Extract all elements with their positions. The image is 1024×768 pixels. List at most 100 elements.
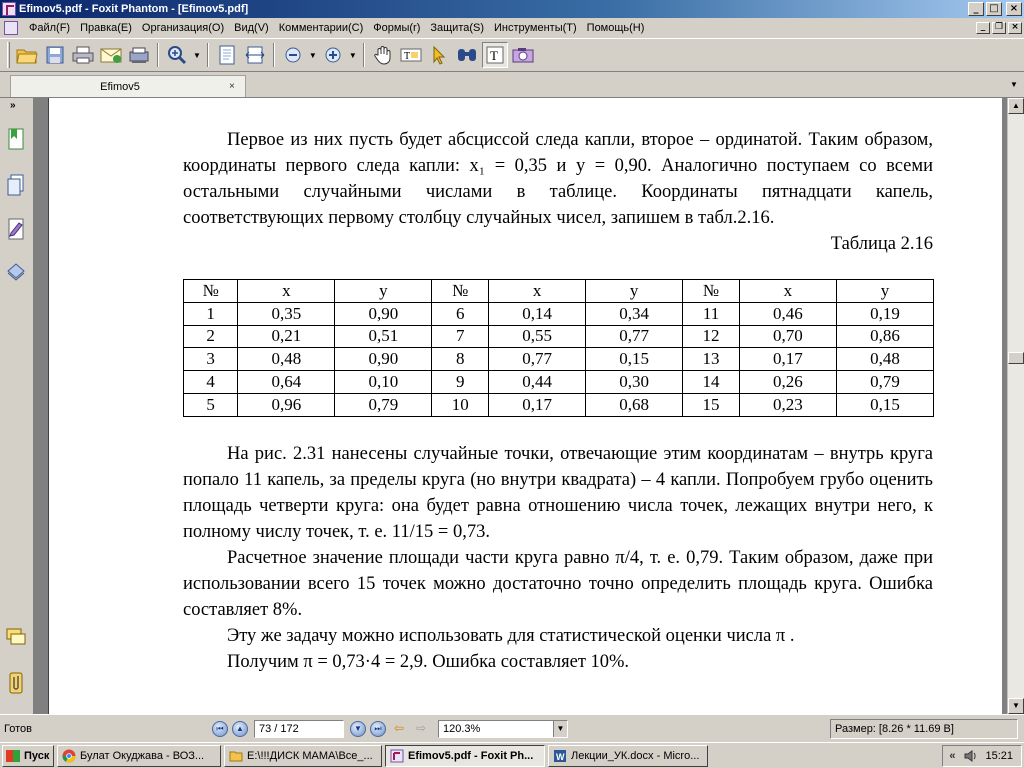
tab-list-dropdown-icon[interactable]: ▼	[1008, 80, 1020, 92]
page-number-field[interactable]: 73 / 172	[254, 719, 344, 738]
snapshot-icon[interactable]	[510, 42, 536, 68]
speaker-icon[interactable]	[963, 749, 977, 763]
layers-icon[interactable]	[6, 218, 26, 240]
zoom-level-field[interactable]: 120.3% ▼	[438, 719, 568, 738]
toolbar-grip[interactable]	[7, 42, 10, 68]
menu-help[interactable]: Помощь(H)	[582, 22, 650, 34]
expand-panel-icon[interactable]: »	[10, 100, 16, 111]
menu-organize[interactable]: Организация(O)	[137, 22, 229, 34]
table-cell: 4	[182, 370, 239, 394]
table-cell: 0,17	[738, 347, 837, 372]
tab-efimov5[interactable]: Efimov5 ×	[10, 75, 246, 97]
document-window-controls: _ ❐ ×	[976, 22, 1022, 34]
taskbar-item-explorer[interactable]: E:\!!!ДИСК МАМА\Все_...	[224, 744, 382, 767]
typewriter-icon[interactable]: T	[481, 42, 508, 68]
menu-tools[interactable]: Инструменты(T)	[489, 22, 582, 34]
tab-close-icon[interactable]: ×	[229, 81, 241, 92]
table-cell: 0,23	[738, 392, 837, 417]
toolbar-separator	[362, 43, 365, 67]
scroll-thumb[interactable]	[1008, 352, 1024, 364]
document-menu-icon[interactable]	[4, 21, 18, 35]
foxit-app-icon[interactable]	[2, 2, 16, 16]
select-arrow-icon[interactable]	[426, 42, 452, 68]
table-cell: 0,64	[237, 370, 336, 394]
print-icon[interactable]	[70, 42, 96, 68]
attachment-paperclip-icon[interactable]	[6, 672, 26, 694]
email-icon[interactable]	[98, 42, 124, 68]
menu-edit[interactable]: Правка(E)	[75, 22, 137, 34]
scan-icon[interactable]	[126, 42, 152, 68]
window-title: Efimov5.pdf - Foxit Phantom - [Efimov5.p…	[19, 3, 249, 15]
paragraph-random-points: На рис. 2.31 нанесены случайные точки, о…	[183, 443, 933, 542]
table-row: 5 0,96 0,79 10 0,17 0,68 15 0,23 0,15	[182, 392, 935, 417]
first-page-icon[interactable]: ⏮	[212, 720, 228, 737]
doc-minimize-button[interactable]: _	[976, 22, 990, 34]
table-cell: 0,46	[738, 301, 837, 326]
minimize-button[interactable]: _	[968, 2, 984, 16]
menu-forms[interactable]: Формы(r)	[368, 22, 425, 34]
table-cell: 12	[682, 324, 740, 349]
start-button[interactable]: Пуск	[2, 744, 54, 767]
maximize-button[interactable]: □	[986, 2, 1002, 16]
paragraph-circle-area: Расчетное значение площади части круга р…	[183, 547, 933, 620]
table-cell: 0,10	[334, 370, 433, 394]
pages-thumbnails-icon[interactable]	[6, 174, 26, 196]
save-icon[interactable]	[42, 42, 68, 68]
taskbar-item-foxit[interactable]: Efimov5.pdf - Foxit Ph...	[385, 744, 545, 767]
find-icon[interactable]	[454, 42, 480, 68]
chevron-left-icon[interactable]: «	[949, 750, 955, 762]
doc-restore-button[interactable]: ❐	[992, 22, 1006, 34]
zoom-in-dropdown-icon[interactable]: ▼	[349, 51, 357, 60]
hand-tool-icon[interactable]	[370, 42, 396, 68]
comments-icon[interactable]	[6, 626, 26, 648]
header-cell: x	[237, 279, 336, 303]
table-cell: 0,79	[334, 392, 433, 417]
taskbar-item-chrome[interactable]: Булат Окуджава - ВОЗ...	[57, 744, 221, 767]
toolbar-separator	[272, 43, 275, 67]
previous-view-icon[interactable]: ⇦	[389, 721, 409, 737]
tab-label: Efimov5	[100, 80, 140, 93]
bookmarks-icon[interactable]	[6, 128, 26, 150]
open-folder-icon[interactable]	[14, 42, 40, 68]
doc-close-button[interactable]: ×	[1008, 22, 1022, 34]
next-view-icon[interactable]: ⇨	[411, 721, 431, 737]
fit-page-icon[interactable]	[214, 42, 240, 68]
table-cell: 0,30	[585, 370, 684, 394]
previous-page-icon[interactable]: ▲	[232, 720, 248, 737]
select-text-icon[interactable]: T	[398, 42, 424, 68]
table-cell: 0,79	[835, 370, 935, 394]
table-cell: 0,15	[835, 392, 935, 417]
table-cell: 11	[682, 301, 740, 326]
paragraph-pi-result: Получим π = 0,73·4 = 2,9. Ошибка составл…	[227, 651, 630, 672]
zoom-tool-icon[interactable]	[164, 42, 190, 68]
navigation-panel: »	[0, 98, 34, 714]
status-ready: Готов	[4, 722, 32, 735]
close-button[interactable]: ×	[1006, 2, 1022, 16]
header-cell: №	[182, 279, 239, 303]
zoom-in-icon[interactable]	[320, 42, 346, 68]
last-page-icon[interactable]: ⏭	[370, 720, 386, 737]
menu-view[interactable]: Вид(V)	[229, 22, 274, 34]
fit-width-icon[interactable]	[242, 42, 268, 68]
menu-file[interactable]: Файл(F)	[24, 22, 75, 34]
zoom-out-icon[interactable]	[280, 42, 306, 68]
document-view[interactable]: Первое из них пусть будет абсциссой след…	[34, 98, 1007, 714]
table-cell: 10	[431, 392, 490, 417]
menu-comments[interactable]: Комментарии(C)	[274, 22, 369, 34]
attachments-panel-icon[interactable]	[6, 260, 26, 282]
table-caption: Таблица 2.16	[830, 234, 933, 254]
taskbar-item-word[interactable]: W Лекции_УК.docx - Micro...	[548, 744, 708, 767]
vertical-scrollbar[interactable]: ▲ ▼	[1007, 98, 1024, 714]
table-cell: 0,70	[738, 324, 837, 349]
paragraph-pi-estimate: Эту же задачу можно использовать для ста…	[227, 625, 795, 646]
menu-protect[interactable]: Защита(S)	[425, 22, 489, 34]
zoom-tool-dropdown-icon[interactable]: ▼	[193, 51, 201, 60]
zoom-dropdown-icon[interactable]: ▼	[553, 720, 567, 737]
table-cell: 0,86	[835, 324, 935, 349]
scroll-down-icon[interactable]: ▼	[1008, 698, 1024, 714]
zoom-out-dropdown-icon[interactable]: ▼	[309, 51, 317, 60]
table-cell: 0,14	[488, 301, 587, 326]
next-page-icon[interactable]: ▼	[350, 720, 366, 737]
table-cell: 0,19	[835, 301, 935, 326]
scroll-up-icon[interactable]: ▲	[1008, 98, 1024, 114]
